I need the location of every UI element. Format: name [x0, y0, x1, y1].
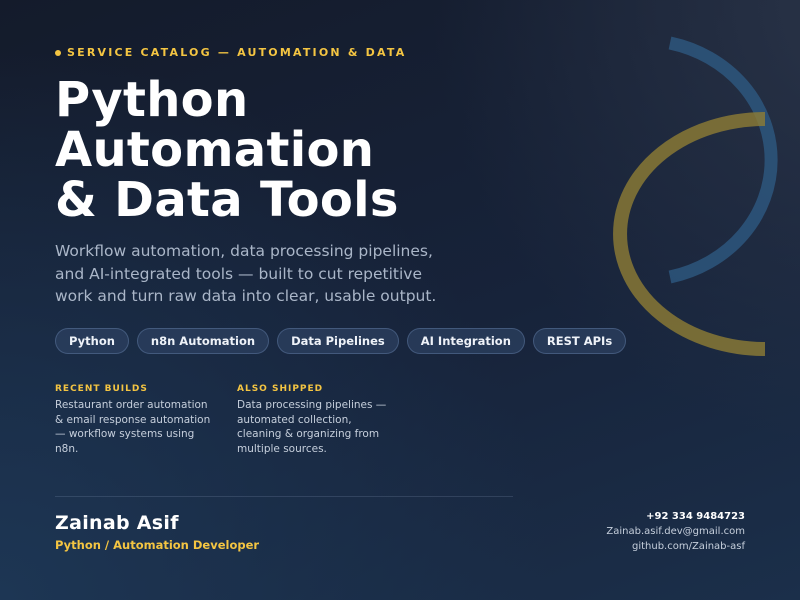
tag-rest-apis: REST APIs: [532, 328, 627, 354]
author-role: Python / Automation Developer: [55, 538, 260, 552]
skill-tags: Python n8n Automation Data Pipelines AI …: [55, 328, 627, 354]
contact-github[interactable]: github.com/Zainab-asf: [606, 539, 745, 554]
title-line-1: Python: [55, 72, 249, 128]
blue-arc: [668, 36, 778, 284]
page-title: Python Automation & Data Tools: [55, 75, 399, 225]
also-shipped-text: Data processing pipelines — automated co…: [237, 399, 387, 455]
eyebrow: SERVICE CATALOG — AUTOMATION & DATA: [55, 46, 406, 59]
recent-builds-section: RECENT BUILDS Restaurant order automatio…: [55, 384, 215, 456]
recent-builds-heading: RECENT BUILDS: [55, 384, 148, 394]
also-shipped-heading: ALSO SHIPPED: [237, 384, 324, 394]
tag-n8n-automation: n8n Automation: [136, 328, 270, 354]
eyebrow-text: SERVICE CATALOG — AUTOMATION & DATA: [67, 46, 407, 59]
title-line-2: Automation: [55, 122, 375, 178]
tag-python: Python: [55, 328, 129, 354]
contact-phone[interactable]: +92 334 9484723: [606, 509, 745, 524]
also-shipped-section: ALSO SHIPPED Data processing pipelines —…: [237, 384, 397, 456]
footer-divider: [55, 496, 513, 497]
page-subtitle: Workflow automation, data processing pip…: [55, 242, 437, 305]
decorative-arcs: [613, 36, 778, 356]
author-name: Zainab Asif: [55, 512, 179, 534]
recent-builds-text: Restaurant order automation & email resp…: [55, 399, 211, 455]
eyebrow-dot-icon: [55, 49, 61, 56]
tag-data-pipelines: Data Pipelines: [277, 328, 399, 354]
contact-info: +92 334 9484723 Zainab.asif.dev@gmail.co…: [606, 509, 745, 554]
contact-email[interactable]: Zainab.asif.dev@gmail.com: [606, 524, 745, 539]
tag-ai-integration: AI Integration: [406, 328, 525, 354]
title-line-3: & Data Tools: [55, 172, 399, 228]
